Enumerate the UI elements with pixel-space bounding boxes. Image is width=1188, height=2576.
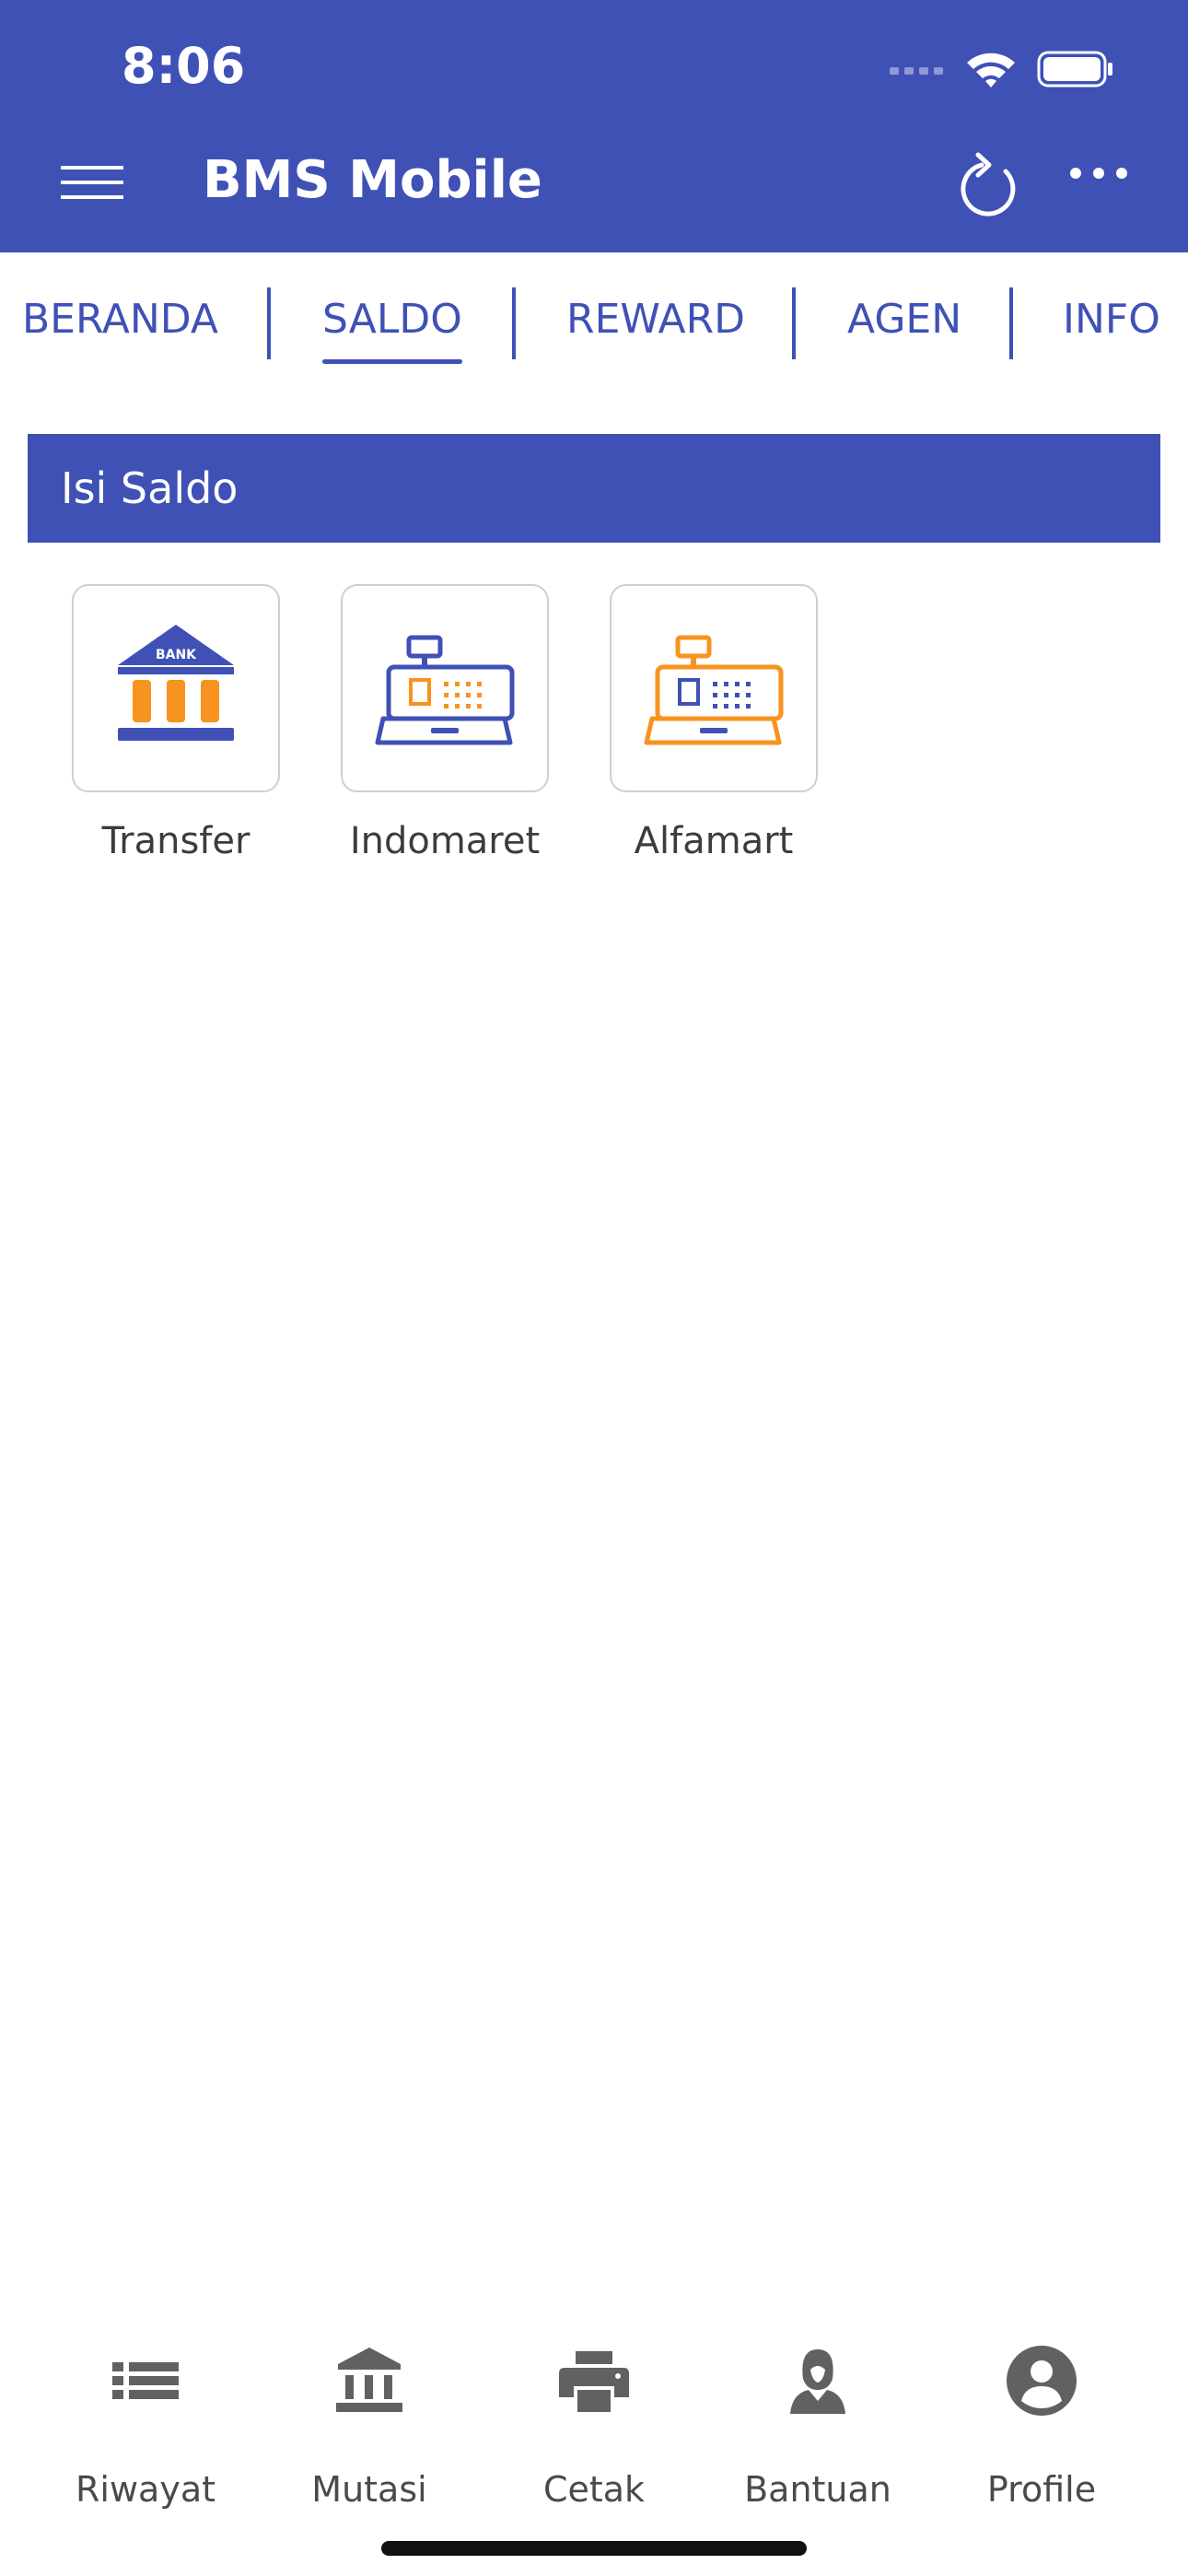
app-bar: BMS Mobile bbox=[0, 138, 1188, 252]
app-title: BMS Mobile bbox=[203, 150, 542, 210]
more-options-icon[interactable] bbox=[1068, 162, 1129, 184]
tab-reward[interactable]: REWARD bbox=[566, 252, 745, 383]
status-icons bbox=[890, 46, 1114, 92]
tab-divider bbox=[267, 287, 271, 359]
wifi-icon bbox=[967, 53, 1015, 88]
nav-riwayat[interactable]: Riwayat bbox=[35, 2261, 256, 2537]
support-agent-icon bbox=[790, 2349, 845, 2414]
tab-agen[interactable]: AGEN bbox=[847, 252, 961, 383]
list-icon bbox=[112, 2362, 179, 2399]
tab-divider bbox=[1009, 287, 1013, 359]
status-bar: 8:06 bbox=[0, 0, 1188, 138]
transfer-label: Transfer bbox=[101, 820, 250, 862]
transfer-option-button[interactable]: BANK bbox=[72, 584, 280, 792]
status-time: 8:06 bbox=[122, 37, 246, 95]
alfamart-label: Alfamart bbox=[634, 820, 794, 862]
nav-cetak[interactable]: Cetak bbox=[483, 2261, 705, 2537]
tab-divider bbox=[792, 287, 796, 359]
menu-icon[interactable] bbox=[61, 164, 123, 201]
nav-mutasi[interactable]: Mutasi bbox=[259, 2261, 480, 2537]
printer-icon bbox=[559, 2351, 629, 2412]
cash-register-orange-icon bbox=[644, 635, 784, 745]
nav-profile[interactable]: Profile bbox=[931, 2261, 1152, 2537]
indomaret-option-button[interactable] bbox=[341, 584, 549, 792]
indomaret-label: Indomaret bbox=[349, 820, 541, 862]
alfamart-option-button[interactable] bbox=[610, 584, 818, 792]
nav-label: Profile bbox=[986, 2469, 1097, 2510]
home-indicator bbox=[381, 2541, 807, 2556]
battery-icon bbox=[1037, 51, 1112, 88]
section-header: Isi Saldo bbox=[28, 434, 1160, 543]
nav-label: Mutasi bbox=[311, 2469, 427, 2510]
refresh-icon[interactable] bbox=[958, 147, 1022, 217]
section-title: Isi Saldo bbox=[61, 463, 239, 513]
active-tab-indicator bbox=[322, 359, 462, 364]
bank-building-icon bbox=[336, 2348, 402, 2412]
nav-label: Bantuan bbox=[744, 2469, 891, 2510]
tab-divider bbox=[512, 287, 516, 359]
tab-bar: BERANDA SALDO REWARD AGEN INFO bbox=[0, 252, 1188, 383]
nav-label: Cetak bbox=[542, 2469, 646, 2510]
bank-badge-text: BANK bbox=[156, 648, 197, 662]
tab-info[interactable]: INFO bbox=[1063, 252, 1160, 383]
tab-beranda[interactable]: BERANDA bbox=[22, 252, 218, 383]
account-icon bbox=[1007, 2346, 1077, 2416]
nav-label: Riwayat bbox=[76, 2469, 215, 2510]
cash-register-blue-icon bbox=[375, 635, 515, 745]
bank-icon: BANK bbox=[118, 625, 234, 741]
cellular-signal-icon bbox=[890, 67, 943, 75]
bottom-nav: Riwayat Mutasi Cetak Bantuan Profile bbox=[0, 2261, 1188, 2576]
nav-bantuan[interactable]: Bantuan bbox=[707, 2261, 928, 2537]
